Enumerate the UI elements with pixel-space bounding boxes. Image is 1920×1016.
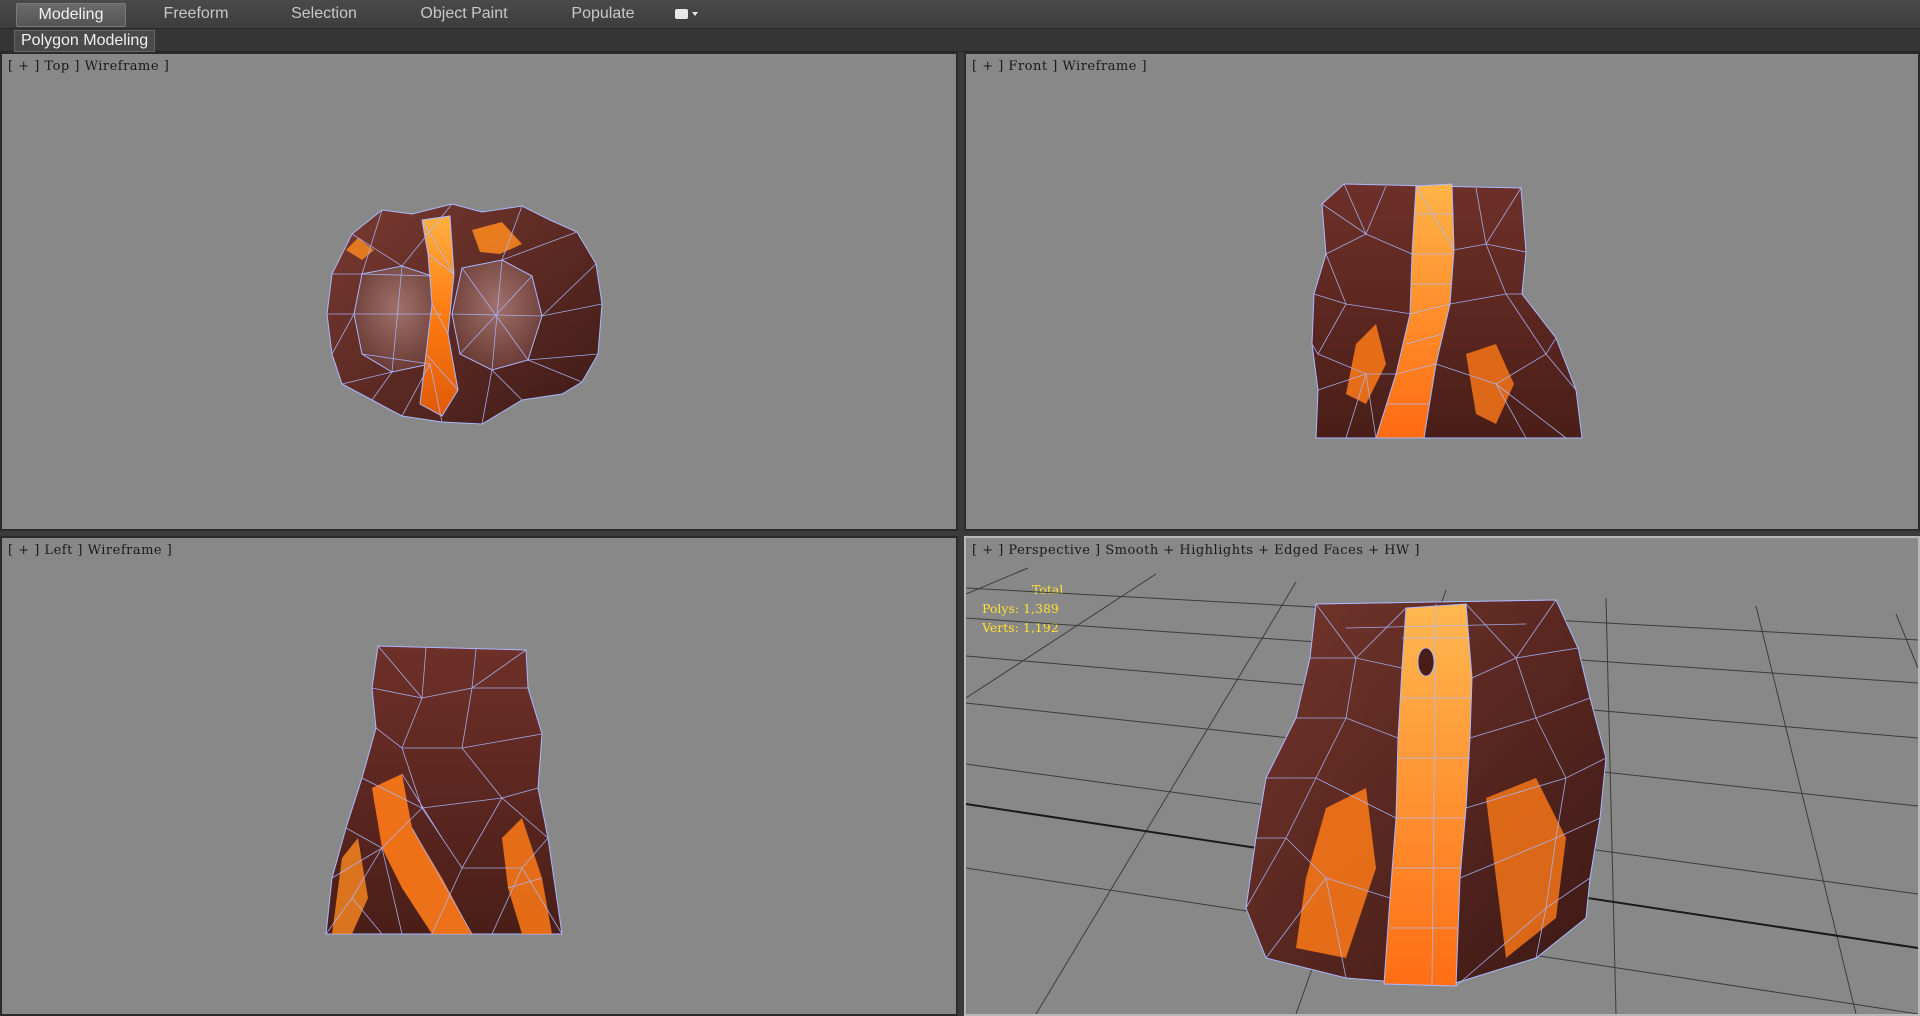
model-left-view [325, 645, 563, 935]
model-top-view [326, 203, 603, 425]
viewport-top[interactable]: [ + ] Top ] Wireframe ] [0, 52, 958, 531]
tab-selection[interactable]: Selection [278, 3, 370, 25]
viewport-perspective[interactable]: [ + ] Perspective ] Smooth + Highlights … [964, 536, 1920, 1016]
tab-populate[interactable]: Populate [560, 3, 646, 25]
ribbon-panel-bar: Polygon Modeling [0, 29, 1920, 52]
ribbon-tab-bar: Modeling Freeform Selection Object Paint… [0, 0, 1920, 29]
polygon-modeling-button[interactable]: Polygon Modeling [14, 30, 156, 52]
tab-freeform[interactable]: Freeform [146, 3, 246, 25]
ribbon-options-icon[interactable] [675, 8, 701, 22]
model-front-view [1311, 183, 1583, 439]
tab-object-paint[interactable]: Object Paint [404, 3, 524, 25]
tab-modeling[interactable]: Modeling [16, 3, 126, 27]
viewport-front[interactable]: [ + ] Front ] Wireframe ] [964, 52, 1920, 531]
model-perspective-view [966, 567, 1918, 1014]
viewport-left[interactable]: [ + ] Left ] Wireframe ] [0, 536, 958, 1016]
